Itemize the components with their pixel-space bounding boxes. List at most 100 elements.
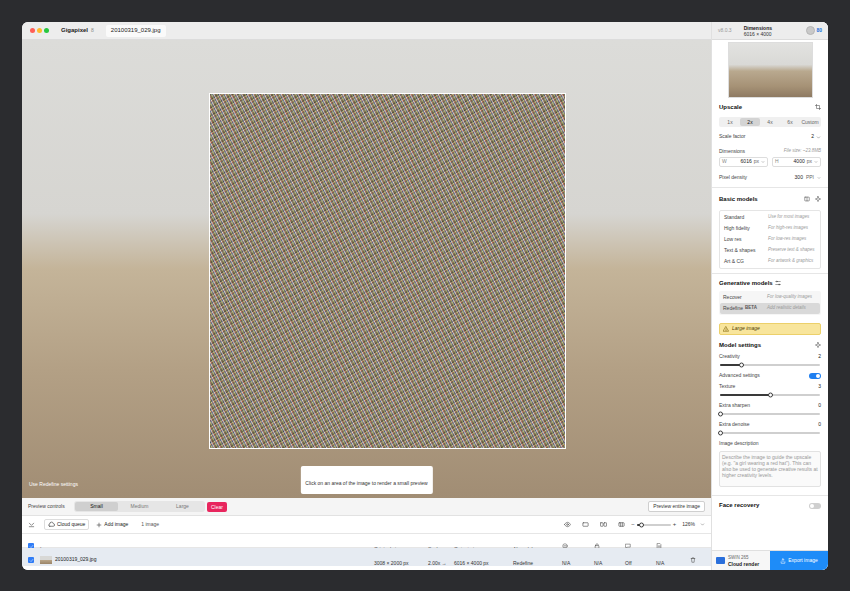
scale-button[interactable]: Custom [800, 118, 820, 126]
close-button[interactable] [30, 28, 35, 33]
credits-count: 80 [816, 27, 822, 35]
setting-slider-track[interactable] [720, 364, 820, 366]
toggle[interactable] [809, 503, 821, 509]
setting-slider-handle[interactable] [718, 412, 723, 417]
side-by-side-icon [618, 521, 625, 528]
render-mode-label: Cloud render [728, 561, 759, 567]
slider-row: Creativity2 [719, 353, 821, 369]
warning-icon [723, 326, 729, 332]
panel-body: Upscale1x2x4x6xCustomScale factor2Dimens… [712, 40, 828, 550]
upscale-title: Upscale [719, 103, 742, 112]
table-header: ImageOriginal sizeScaleOutput sizeAI mod… [22, 534, 711, 548]
generative-models-title: Generative models [719, 279, 773, 288]
minimize-button[interactable] [37, 28, 42, 33]
panel-header: v8.0.3 Dimensions6016 × 4000 80 [712, 22, 828, 40]
image-thumbnail[interactable] [728, 42, 813, 98]
model-option[interactable]: RecoverFor low-quality images [720, 292, 820, 303]
title-bar: Gigapixel820100319_029.jpg [22, 22, 711, 40]
zoom-out-button[interactable]: − [631, 520, 635, 529]
image-canvas[interactable]: Use Redefine settings Click on an area of… [22, 40, 711, 498]
setting-slider-handle[interactable] [718, 431, 723, 436]
height-label: H [775, 158, 779, 166]
checkbox[interactable] [28, 557, 34, 563]
clear-button[interactable]: Clear [207, 502, 227, 512]
setting-slider-track[interactable] [720, 413, 820, 415]
scale-factor-value: 2 [811, 133, 814, 141]
export-button[interactable]: Export image [770, 551, 828, 570]
single-view-icon [582, 521, 589, 528]
scale-button[interactable]: 4x [760, 118, 780, 126]
cloud-icon [48, 521, 55, 528]
toggle[interactable] [809, 373, 821, 379]
sparkle-icon [815, 342, 821, 348]
main-column: Gigapixel820100319_029.jpgUse Redefine s… [22, 22, 711, 570]
settings-label-text: Use Redefine settings [29, 481, 78, 487]
chevron-icon [700, 522, 705, 527]
avatar[interactable] [806, 26, 815, 35]
setting-value: 0 [818, 421, 821, 429]
width-field[interactable]: W6016px [719, 157, 768, 167]
model-option[interactable]: High fidelityFor high-res images [721, 223, 819, 234]
sparkle-icon [815, 196, 821, 202]
generative-model-list: RecoverFor low-quality imagesRedefineBET… [719, 291, 821, 315]
scale-button[interactable]: 6x [780, 118, 800, 126]
setting-value: 0 [818, 402, 821, 410]
app-version: v8.0.3 [718, 27, 732, 35]
setting-label: Advanced settings [719, 372, 760, 380]
height-field[interactable]: H4000px [772, 157, 821, 167]
crop-icon [815, 104, 821, 110]
setting-slider-track[interactable] [720, 432, 820, 434]
slider-row: Texture3 [719, 383, 821, 399]
render-mode[interactable]: SWIN 265Cloud render [712, 551, 770, 570]
zoom-slider-handle[interactable] [639, 522, 644, 527]
image-description-label: Image description [719, 440, 758, 448]
setting-slider-track[interactable] [720, 394, 820, 396]
width-value: 6016 [741, 158, 752, 166]
scale-button[interactable]: 2x [740, 118, 760, 126]
beta-badge: BETA [745, 305, 757, 312]
chevron-icon [817, 176, 821, 180]
hint-text: Click on an area of the image to render … [305, 480, 427, 486]
toolbar: Cloud queueAdd image1 image−+126% [22, 516, 711, 534]
scale-button[interactable]: 1x [720, 118, 740, 126]
setting-value: 3 [818, 383, 821, 391]
file-size: File size: ~23.8MB [784, 148, 821, 155]
preview-hint: Click on an area of the image to render … [300, 466, 432, 494]
model-description: For low-quality images [767, 294, 812, 301]
image-thumbnail [40, 556, 52, 564]
zoom-in-button[interactable]: + [673, 520, 677, 529]
dimensions-label: Dimensions [744, 25, 772, 31]
cloud-queue-label: Cloud queue [57, 521, 85, 529]
dimensions-label: Dimensions [719, 148, 745, 156]
setting-slider-handle[interactable] [739, 363, 744, 368]
table-row[interactable]: 20100319_029.jpg3008 × 2000 px2.00x →601… [22, 548, 711, 566]
zoom-slider-track[interactable] [637, 524, 671, 526]
preview-region[interactable] [209, 93, 566, 449]
model-option[interactable]: Text & shapesPreserve text & shapes [721, 245, 819, 256]
height-unit: px [807, 158, 812, 166]
model-option[interactable]: Art & CGFor artwork & graphics [721, 256, 819, 267]
preview-size-button[interactable]: Small [75, 502, 118, 511]
scale-factor-select[interactable]: 2 [811, 133, 821, 141]
export-icon [780, 558, 786, 564]
cloud-queue-button[interactable]: Cloud queue [44, 519, 89, 530]
collapse-icon [28, 521, 35, 528]
export-bar: SWIN 265Cloud renderExport image [712, 550, 828, 570]
preview-size-button[interactable]: Medium [118, 502, 161, 511]
basic-models-title: Basic models [719, 195, 758, 204]
model-option[interactable]: StandardUse for most images [721, 212, 819, 223]
model-option[interactable]: Low resFor low-res images [721, 234, 819, 245]
preview-entire-button[interactable]: Preview entire image [648, 501, 705, 512]
zoom-reading: 126% [682, 521, 695, 529]
setting-slider-handle[interactable] [768, 393, 773, 398]
pixel-density-field[interactable]: 300PPI [795, 174, 821, 182]
add-image-button[interactable]: Add image [94, 519, 130, 530]
model-name: High fidelity [724, 225, 768, 233]
file-tab[interactable]: 20100319_029.jpg [106, 25, 166, 37]
image-description-field[interactable] [719, 451, 821, 487]
dimensions-value: 6016 × 4000 [744, 31, 772, 37]
preview-size-group: SmallMediumLarge [74, 501, 205, 512]
zoom-button[interactable] [44, 28, 49, 33]
preview-size-button[interactable]: Large [161, 502, 204, 511]
model-option[interactable]: RedefineBETAAdd realistic details [720, 303, 820, 314]
